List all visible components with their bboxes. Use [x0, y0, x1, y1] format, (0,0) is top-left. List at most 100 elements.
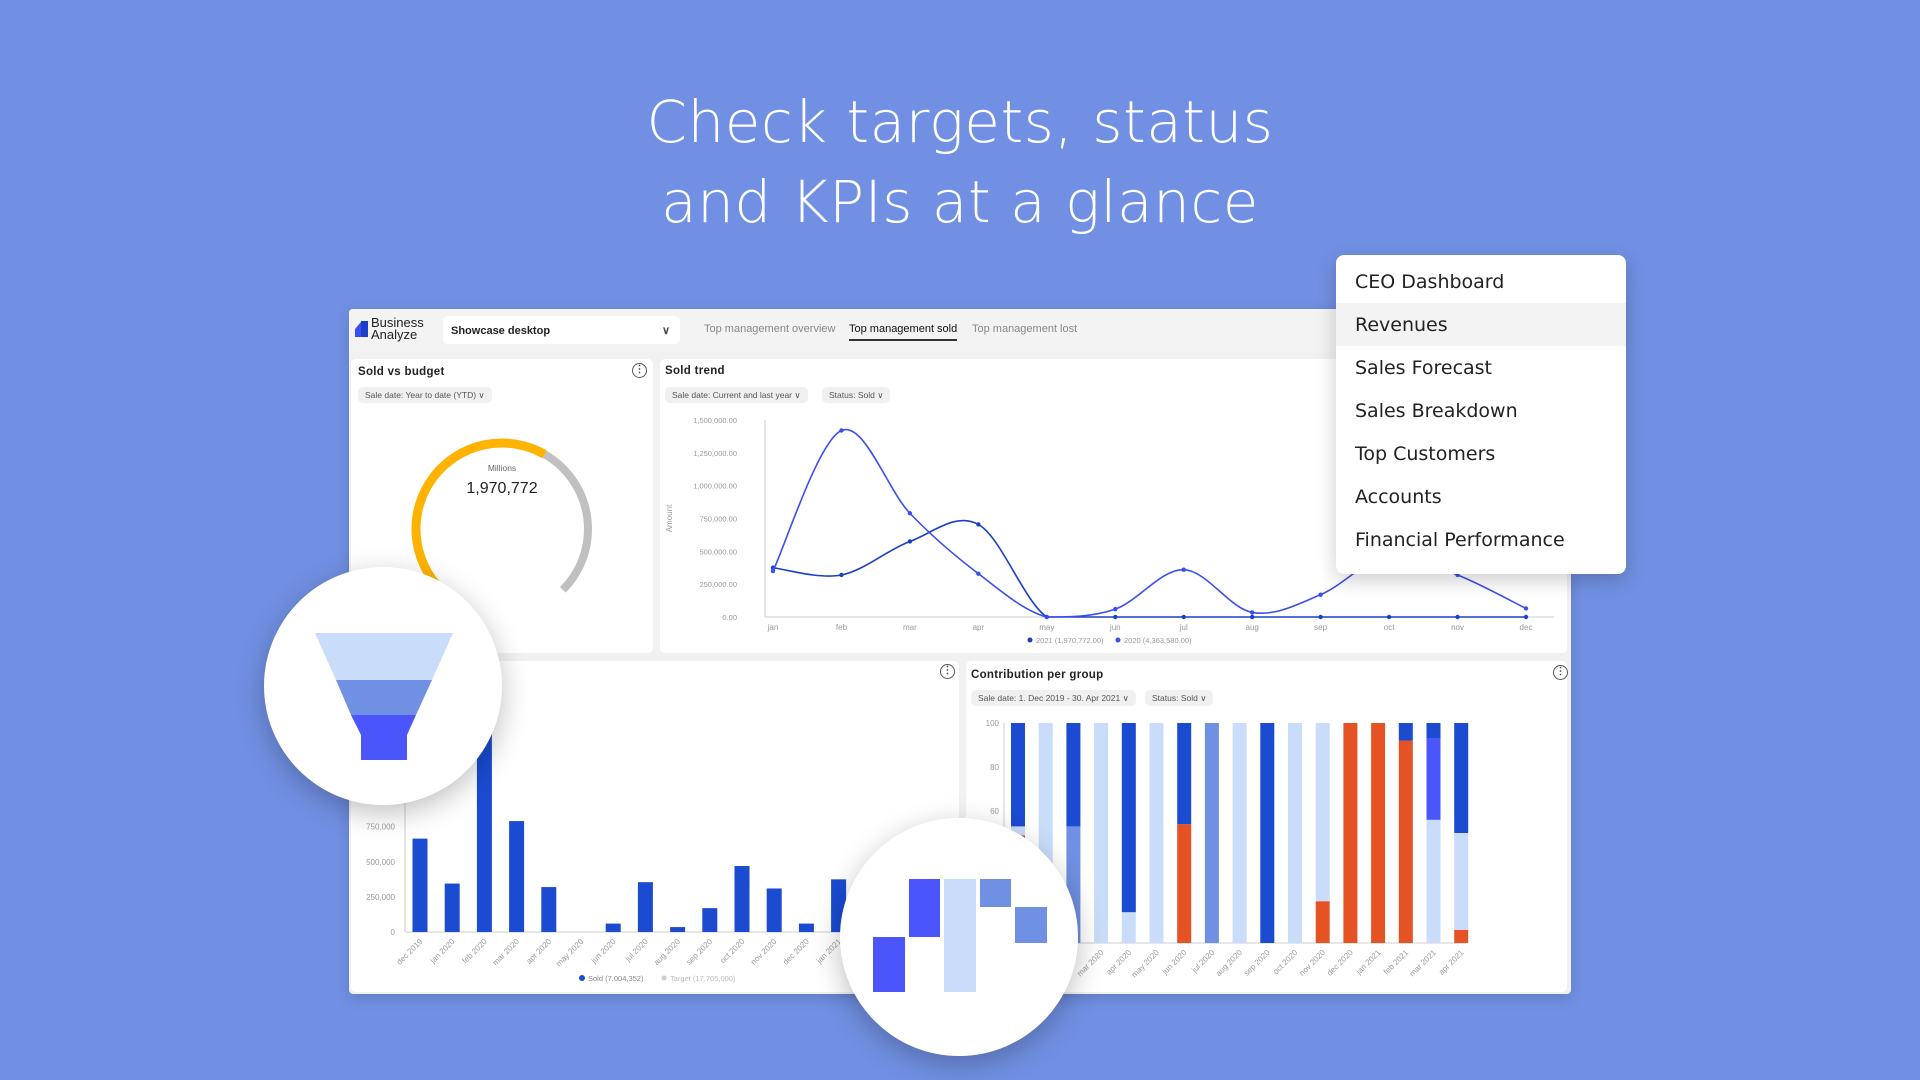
data-point [907, 511, 913, 516]
stack-segment-light [1121, 912, 1136, 943]
y-tick-label: 1,500,000.00 [693, 416, 737, 425]
data-point [976, 571, 981, 576]
data-point [1318, 614, 1323, 620]
stack-segment-light [1426, 819, 1441, 943]
x-tick-label: jun [1109, 623, 1121, 632]
legend-label: 2021 (1,970,772.00) [1036, 636, 1104, 645]
x-tick-label: dec 2019 [395, 937, 425, 967]
data-point [770, 568, 776, 574]
x-tick-label: feb 2020 [460, 937, 489, 966]
bar [637, 882, 653, 932]
data-point [1249, 614, 1255, 620]
x-tick-label: sep 2020 [685, 937, 715, 967]
y-tick-label: 1,250,000.00 [693, 449, 737, 458]
y-tick-label: 500,000.00 [699, 547, 737, 556]
bar [670, 927, 686, 932]
menu-item-accounts[interactable]: Accounts [1336, 475, 1626, 518]
x-tick-label: feb 2021 [1382, 948, 1411, 977]
y-tick-label: 750,000 [366, 823, 395, 832]
x-tick-label: may 2020 [554, 937, 586, 969]
y-tick-label: 60 [990, 807, 999, 816]
menu-item-top-customers[interactable]: Top Customers [1336, 432, 1626, 475]
x-tick-label: jan 2021 [814, 937, 843, 966]
y-tick-label: 750,000.00 [699, 515, 737, 524]
stack-segment-blue [1426, 723, 1441, 739]
x-tick-label: apr 2020 [525, 937, 554, 966]
bar [798, 923, 814, 932]
x-tick-label: dec 2020 [1325, 948, 1355, 978]
stack-segment-light [1288, 723, 1302, 943]
data-point [1386, 614, 1392, 620]
x-tick-label: jul [1179, 623, 1188, 632]
x-tick-label: aug 2020 [1214, 948, 1244, 978]
x-tick-label: feb [836, 623, 848, 632]
data-point [976, 522, 981, 527]
x-tick-label: aug [1246, 623, 1259, 632]
x-tick-label: jan 2021 [1354, 948, 1383, 977]
bar [444, 883, 460, 932]
menu-item-sales-forecast[interactable]: Sales Forecast [1336, 346, 1626, 389]
stack-segment-orange [1371, 723, 1386, 943]
legend-label-target: Target (17,705,000) [670, 974, 736, 983]
x-tick-label: jan [767, 623, 779, 632]
x-tick-label: oct [1384, 623, 1395, 632]
x-tick-label: may 2020 [1130, 948, 1162, 980]
x-tick-label: nov 2020 [749, 937, 779, 967]
stack-segment-light [1232, 723, 1247, 943]
stack-segment-blue [1177, 723, 1192, 825]
menu-item-financial-performance[interactable]: Financial Performance [1336, 518, 1626, 561]
stack-segment-light [1454, 833, 1469, 930]
y-tick-label: 250,000 [366, 893, 395, 902]
x-tick-label: nov 2020 [1297, 948, 1327, 978]
data-point [839, 572, 844, 578]
dashboard-menu: CEO Dashboard Revenues Sales Forecast Sa… [1336, 255, 1626, 574]
y-tick-label: 0 [391, 928, 396, 937]
y-axis-label: Amount [665, 504, 674, 532]
stack-segment-blue [1260, 723, 1275, 943]
x-tick-label: oct 2020 [1271, 948, 1299, 976]
data-point [1523, 614, 1529, 620]
menu-item-sales-breakdown[interactable]: Sales Breakdown [1336, 389, 1626, 432]
y-tick-label: 100 [986, 719, 1000, 728]
data-point [1181, 614, 1186, 620]
stack-segment-orange [1177, 824, 1192, 943]
headline-line-1: Check targets, status [646, 88, 1274, 156]
data-point [1455, 614, 1460, 620]
data-point [839, 428, 844, 433]
x-tick-label: jul 2020 [623, 937, 650, 964]
stack-segment-blue [1398, 723, 1413, 741]
legend-marker [1027, 637, 1033, 643]
funnel-badge [264, 567, 502, 805]
bar [541, 887, 557, 932]
data-point [1318, 592, 1323, 597]
bar [509, 821, 525, 932]
data-point [1249, 610, 1255, 615]
headline-line-2: and KPIs at a glance [661, 168, 1259, 236]
x-tick-label: apr [973, 623, 985, 632]
data-point [1044, 614, 1050, 620]
legend-marker-target [661, 975, 667, 981]
stack-segment-light [1149, 723, 1164, 943]
y-tick-label: 250,000.00 [699, 580, 737, 589]
x-tick-label: aug 2020 [652, 937, 682, 967]
stack-segment-blue [1066, 723, 1081, 827]
x-tick-label: dec [1520, 623, 1533, 632]
x-tick-label: jun 2020 [589, 937, 618, 966]
y-tick-label: 500,000 [366, 858, 395, 867]
x-tick-label: jan 2020 [428, 937, 457, 966]
legend-label-sold: Sold (7,004,352) [588, 974, 644, 983]
stack-segment-mid [1204, 723, 1219, 943]
x-tick-label: apr 2021 [1437, 948, 1466, 977]
x-tick-label: jun 2020 [1160, 948, 1189, 977]
menu-item-ceo-dashboard[interactable]: CEO Dashboard [1336, 260, 1626, 303]
bar [766, 888, 782, 932]
y-tick-label: 80 [990, 763, 999, 772]
x-tick-label: mar 2020 [1075, 948, 1106, 979]
stack-segment-blue [1121, 723, 1136, 913]
data-point [1181, 567, 1186, 572]
stack-segment-orange [1343, 723, 1358, 943]
menu-item-revenues[interactable]: Revenues [1336, 303, 1626, 346]
x-tick-label: dec 2020 [781, 937, 811, 967]
bar [702, 908, 718, 932]
stack-segment-blue [1454, 723, 1469, 833]
